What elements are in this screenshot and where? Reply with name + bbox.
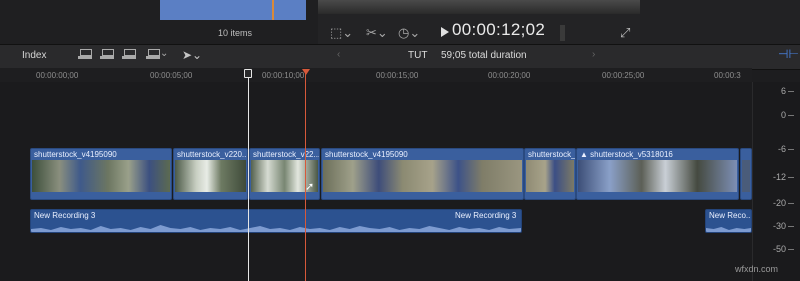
video-clip[interactable]: ▲ shutterstock_v5318016 bbox=[576, 148, 739, 200]
insert-clip-icon[interactable] bbox=[98, 47, 118, 63]
clip-title: shutterstock_v4195090 bbox=[325, 150, 408, 159]
meter-tick bbox=[788, 177, 794, 178]
meter-label: -20 bbox=[772, 198, 786, 208]
audio-clip-title: New Recording 3 bbox=[34, 211, 96, 220]
project-name: TUT bbox=[408, 50, 428, 61]
mouse-cursor-icon: ➚ bbox=[305, 181, 315, 193]
browser-thumbnail-marker bbox=[272, 0, 274, 20]
ruler-tick-label: 00:00:10;00 bbox=[262, 71, 305, 80]
video-clip[interactable]: shutterstock_v4195090 bbox=[321, 148, 524, 200]
audio-waveform bbox=[706, 227, 751, 232]
watermark: wfxdn.com bbox=[735, 264, 779, 274]
history-back-icon[interactable]: ‹ bbox=[337, 49, 340, 60]
clip-title: shutterstock_v4195090 bbox=[34, 150, 117, 159]
clip-filmstrip bbox=[526, 160, 574, 192]
playhead-line[interactable] bbox=[305, 70, 306, 281]
clip-title-text: shutterstock_v5318016 bbox=[590, 150, 673, 159]
meter-tick bbox=[788, 115, 794, 116]
audio-meter-mini bbox=[560, 25, 574, 62]
ruler-tick-label: 00:00:05;00 bbox=[150, 71, 193, 80]
speed-icon[interactable]: ◷⌄ bbox=[398, 25, 420, 41]
meter-label: 0 bbox=[780, 110, 786, 120]
clip-title: shutterstock_... bbox=[528, 150, 576, 159]
meter-tick bbox=[788, 91, 794, 92]
play-icon[interactable] bbox=[441, 27, 449, 37]
clip-filmstrip bbox=[175, 160, 246, 192]
inspector-pane bbox=[640, 0, 800, 44]
browser-thumbnail[interactable] bbox=[160, 0, 306, 20]
playhead-marker[interactable] bbox=[302, 69, 310, 75]
audio-clip[interactable]: New Recording 3 New Recording 3 bbox=[30, 209, 522, 233]
clip-role-icon: ▲ bbox=[580, 150, 591, 159]
connect-clip-icon[interactable] bbox=[76, 47, 96, 63]
ruler-tick-label: 00:00:15;00 bbox=[376, 71, 419, 80]
viewer-timecode: 00:00:12;02 bbox=[452, 20, 546, 39]
clip-filmstrip bbox=[742, 160, 750, 192]
meter-tick bbox=[788, 249, 794, 250]
meter-label: -6 bbox=[777, 144, 786, 154]
meter-label: -50 bbox=[772, 244, 786, 254]
ruler-tick-label: 00:00:00;00 bbox=[36, 71, 79, 80]
edit-options-chevron-icon[interactable]: ⌄ bbox=[160, 48, 168, 59]
audio-waveform bbox=[31, 225, 521, 232]
audio-clip-title: New Recording 3 bbox=[455, 211, 517, 220]
clip-filmstrip bbox=[578, 160, 737, 192]
video-clip[interactable]: shutterstock_v220... bbox=[173, 148, 248, 200]
audio-clip-title: New Reco... bbox=[709, 211, 752, 220]
meter-tick bbox=[788, 149, 794, 150]
ruler-tick-label: 00:00:20;00 bbox=[488, 71, 531, 80]
index-button[interactable]: Index bbox=[22, 50, 46, 61]
append-clip-icon[interactable] bbox=[120, 47, 140, 63]
clip-filmstrip bbox=[323, 160, 522, 192]
meter-label: 6 bbox=[780, 86, 786, 96]
total-duration: 59;05 total duration bbox=[441, 50, 527, 61]
video-clip[interactable]: shutterstock_v4195090 bbox=[30, 148, 172, 200]
clip-filmstrip bbox=[32, 160, 170, 192]
skimming-icon[interactable]: ⊣⊢ bbox=[778, 47, 799, 61]
clip-title: ▲ shutterstock_v5318016 bbox=[580, 150, 673, 159]
select-tool-icon[interactable]: ➤⌄ bbox=[182, 48, 202, 62]
fullscreen-icon[interactable]: ⤢ bbox=[620, 25, 630, 41]
meter-label: -12 bbox=[772, 172, 786, 182]
ruler-tick-label: 00:00:3 bbox=[714, 71, 741, 80]
meter-tick bbox=[788, 226, 794, 227]
history-forward-icon[interactable]: › bbox=[592, 49, 595, 60]
video-clip[interactable] bbox=[740, 148, 752, 200]
clip-title: shutterstock_v220... bbox=[177, 150, 248, 159]
skimmer-handle[interactable] bbox=[244, 69, 252, 78]
clip-title: shutterstock_v22... bbox=[253, 150, 320, 159]
ruler-tick-label: 00:00:25;00 bbox=[602, 71, 645, 80]
transform-icon[interactable]: ⬚⌄ bbox=[330, 25, 353, 41]
viewer-image bbox=[318, 0, 640, 14]
audio-clip[interactable]: New Reco... bbox=[705, 209, 752, 233]
crop-icon[interactable]: ✂⌄ bbox=[366, 25, 388, 41]
meter-label: -30 bbox=[772, 221, 786, 231]
video-clip[interactable]: shutterstock_... bbox=[524, 148, 576, 200]
skimmer-line[interactable] bbox=[248, 70, 249, 281]
meter-tick bbox=[788, 203, 794, 204]
